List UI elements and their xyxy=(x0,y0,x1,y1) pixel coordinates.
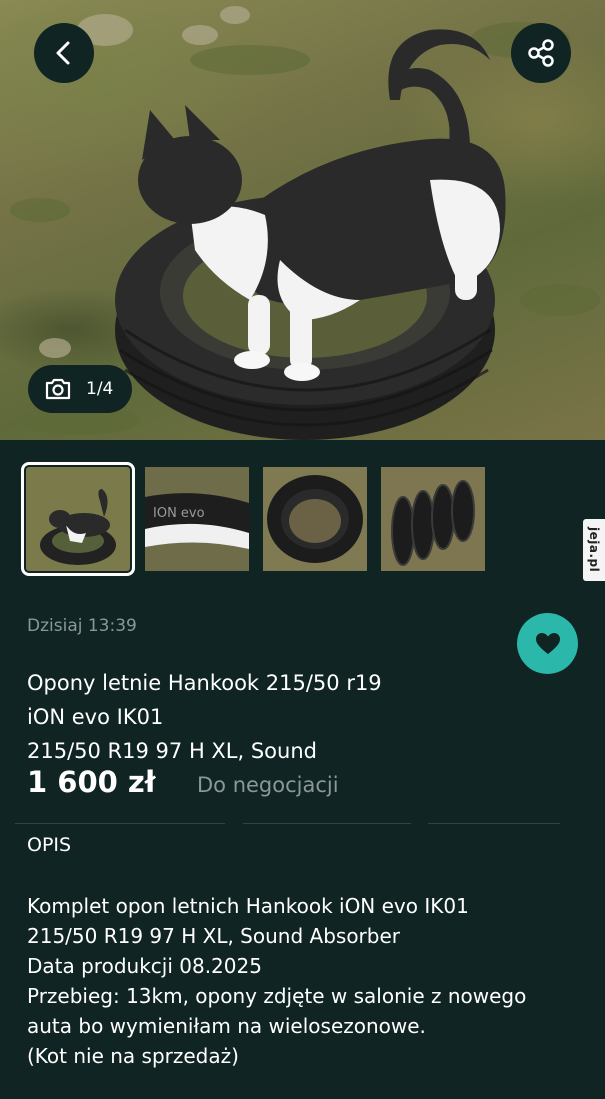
thumbnail-single-tire-image xyxy=(263,467,367,571)
thumbnail-2[interactable]: ION evo xyxy=(145,467,249,571)
favorite-button[interactable] xyxy=(517,613,578,674)
share-button[interactable] xyxy=(511,23,571,83)
listing-title-line-2: iON evo IK01 xyxy=(27,705,164,729)
description-line-1: Komplet opon letnich Hankook iON evo IK0… xyxy=(27,894,469,918)
divider xyxy=(15,823,225,824)
thumbnail-tire-row-image xyxy=(381,467,485,571)
camera-icon xyxy=(45,378,71,400)
thumbnail-4[interactable] xyxy=(381,467,485,571)
photo-counter[interactable]: 1/4 xyxy=(28,365,132,413)
thumbnail-3[interactable] xyxy=(263,467,367,571)
chevron-left-icon xyxy=(56,41,70,65)
listing-title-line-3: 215/50 R19 97 H XL, Sound xyxy=(27,739,317,763)
description-line-6: (Kot nie na sprzedaż) xyxy=(27,1044,239,1068)
divider xyxy=(428,823,560,824)
description-line-3: Data produkcji 08.2025 xyxy=(27,954,262,978)
description-line-5: auta bo wymieniłam na wielosezonowe. xyxy=(27,1014,426,1038)
thumbnail-1[interactable] xyxy=(21,462,135,576)
description-line-2: 215/50 R19 97 H XL, Sound Absorber xyxy=(27,924,400,948)
listing-date: Dzisiaj 13:39 xyxy=(27,616,137,636)
photo-counter-text: 1/4 xyxy=(86,379,114,399)
heart-icon xyxy=(535,632,560,654)
thumbnail-sidewall-text: ION evo xyxy=(153,506,205,521)
main-photo[interactable]: 1/4 xyxy=(0,0,605,440)
description-title: OPIS xyxy=(27,834,72,856)
negotiable-label: Do negocjacji xyxy=(197,773,339,797)
share-icon xyxy=(528,39,554,67)
listing-title-line-1: Opony letnie Hankook 215/50 r19 xyxy=(27,671,382,695)
back-button[interactable] xyxy=(34,23,94,83)
thumbnail-cat-tire-image xyxy=(26,467,130,571)
watermark-badge: jeja.pl xyxy=(583,519,605,581)
listing-price: 1 600 zł xyxy=(27,765,156,799)
watermark-text: jeja.pl xyxy=(587,527,601,573)
description-line-4: Przebieg: 13km, opony zdjęte w salonie z… xyxy=(27,984,527,1008)
divider xyxy=(243,823,411,824)
thumbnail-sidewall-image: ION evo xyxy=(145,467,249,571)
